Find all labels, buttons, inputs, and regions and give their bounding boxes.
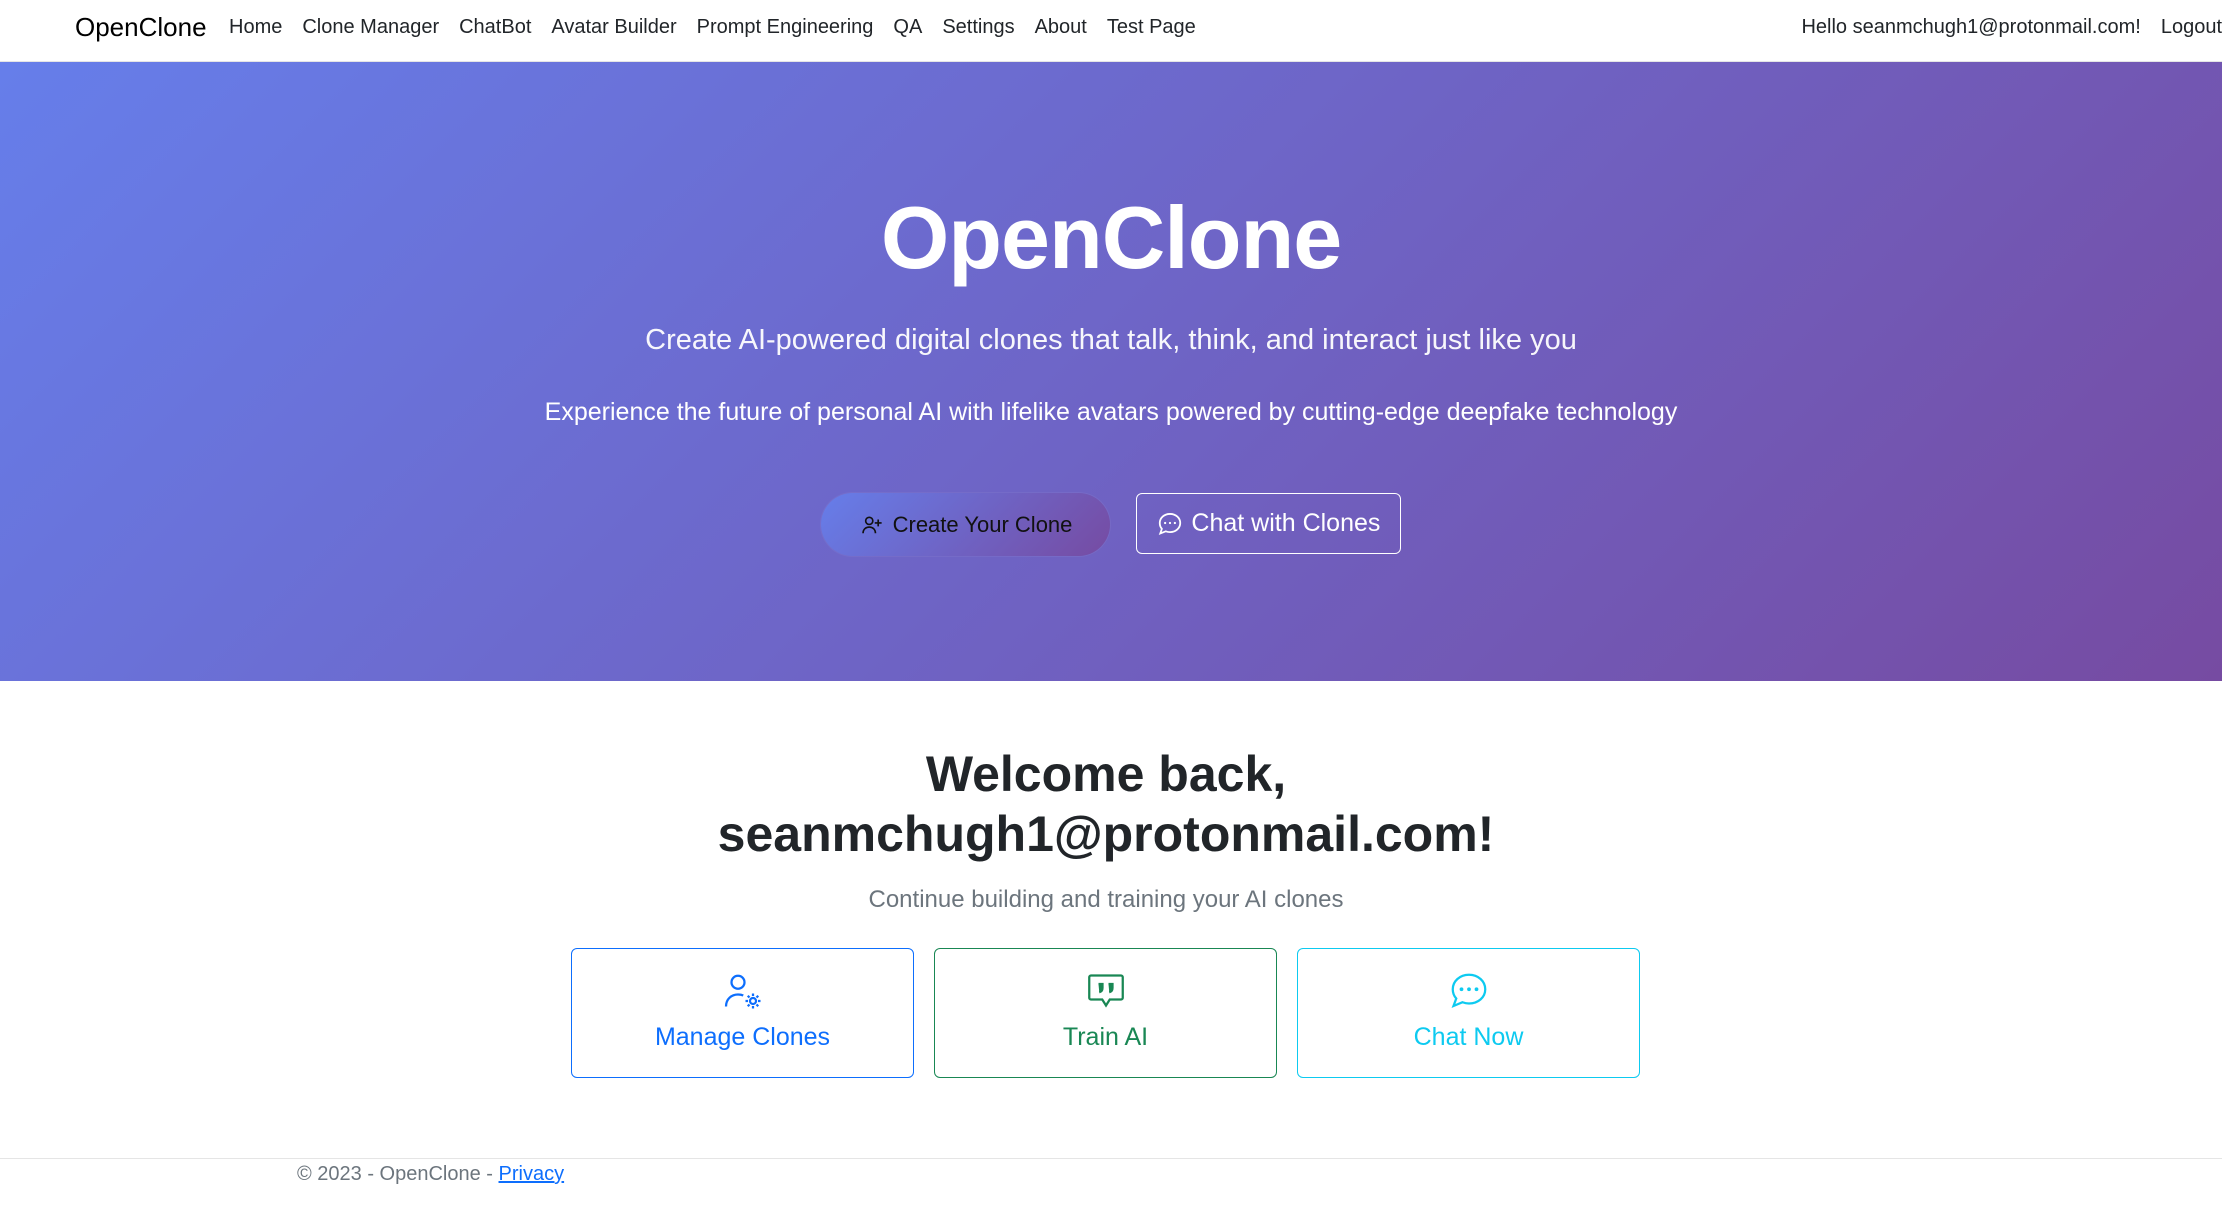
nav-link-home[interactable]: Home [229, 16, 292, 39]
hero-title: OpenClone [880, 188, 1342, 287]
person-gear-icon [723, 971, 763, 1011]
person-add-icon [859, 512, 885, 538]
chat-with-clones-label: Chat with Clones [1191, 509, 1381, 537]
nav-user-area: Hello seanmchugh1@protonmail.com! Logout [1781, 0, 2222, 54]
train-ai-label: Train AI [1062, 1023, 1149, 1051]
nav-link-chatbot[interactable]: ChatBot [449, 16, 541, 39]
chat-dots-icon [1449, 971, 1489, 1011]
chat-now-card[interactable]: Chat Now [1297, 948, 1640, 1078]
nav-link-about[interactable]: About [1025, 16, 1097, 39]
hero-section: OpenClone Create AI-powered digital clon… [0, 62, 2222, 681]
quick-action-cards: Manage Clones Train AI Chat Now [571, 948, 1640, 1078]
hero-subtitle: Experience the future of personal AI wit… [544, 398, 1678, 426]
train-ai-card[interactable]: Train AI [934, 948, 1277, 1078]
chat-with-clones-button[interactable]: Chat with Clones [1136, 493, 1402, 554]
privacy-link[interactable]: Privacy [499, 1163, 565, 1185]
welcome-heading: Welcome back, seanmchugh1@protonmail.com… [0, 744, 2212, 864]
create-clone-label: Create Your Clone [892, 511, 1073, 537]
nav-link-test-page[interactable]: Test Page [1097, 16, 1206, 39]
chat-now-label: Chat Now [1413, 1023, 1524, 1051]
footer-copyright: © 2023 - OpenClone - Privacy [297, 1163, 564, 1186]
user-greeting-link[interactable]: Hello seanmchugh1@protonmail.com! [1781, 16, 2140, 39]
top-navbar: OpenClone Home Clone Manager ChatBot Ava… [0, 0, 2222, 62]
nav-link-clone-manager[interactable]: Clone Manager [292, 16, 449, 39]
footer-copyright-text: © 2023 - OpenClone - [297, 1163, 499, 1185]
nav-links: Home Clone Manager ChatBot Avatar Builde… [229, 0, 1206, 54]
chat-dots-icon [1157, 511, 1183, 537]
chat-quote-icon [1086, 971, 1126, 1011]
nav-link-settings[interactable]: Settings [932, 16, 1024, 39]
brand-logo-link[interactable]: OpenClone [75, 0, 207, 62]
page-footer: © 2023 - OpenClone - Privacy [0, 1158, 2222, 1213]
hero-lead: Create AI-powered digital clones that ta… [645, 324, 1577, 356]
welcome-user-email: seanmchugh1@protonmail.com! [717, 806, 1495, 862]
create-clone-button[interactable]: Create Your Clone [820, 493, 1111, 556]
manage-clones-label: Manage Clones [654, 1023, 831, 1051]
nav-link-avatar-builder[interactable]: Avatar Builder [541, 16, 686, 39]
welcome-subtitle: Continue building and training your AI c… [868, 886, 1344, 913]
welcome-line-1: Welcome back, [925, 746, 1287, 802]
manage-clones-card[interactable]: Manage Clones [571, 948, 914, 1078]
nav-link-qa[interactable]: QA [883, 16, 932, 39]
logout-button[interactable]: Logout [2141, 16, 2222, 39]
nav-link-prompt-engineering[interactable]: Prompt Engineering [687, 16, 884, 39]
hero-buttons: Create Your Clone Chat with Clones [0, 493, 2222, 556]
